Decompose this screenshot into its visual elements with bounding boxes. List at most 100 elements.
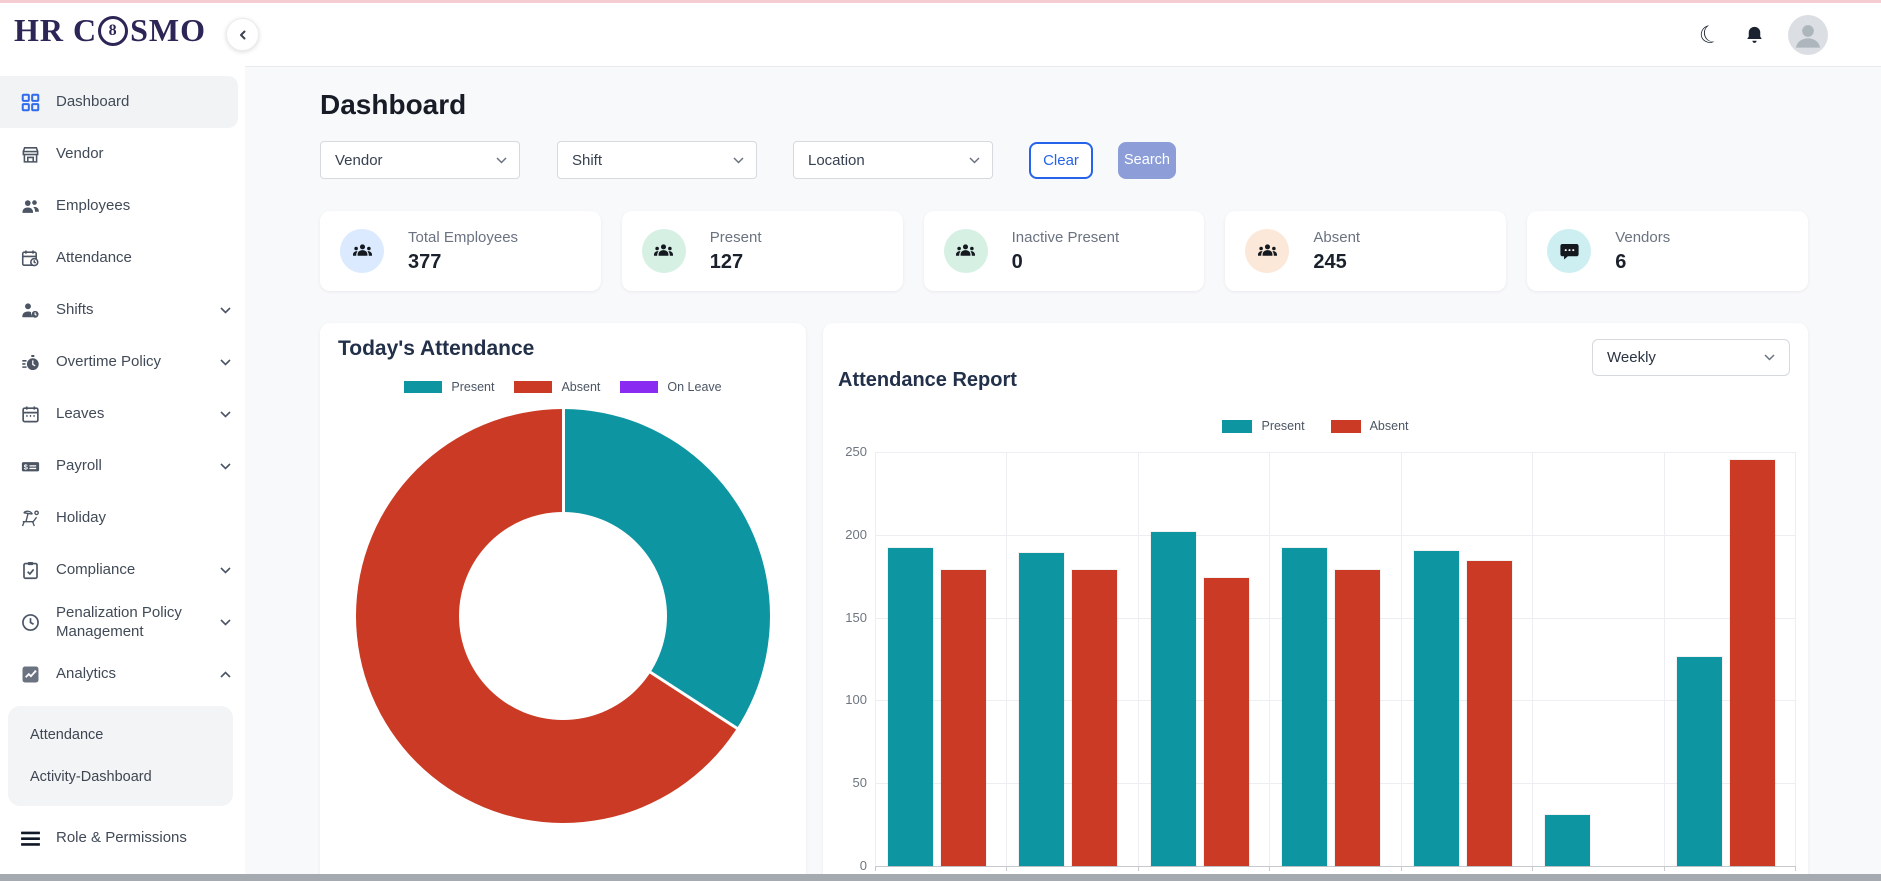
sidebar-item-label: Analytics <box>56 664 116 684</box>
people-group-icon <box>944 229 988 273</box>
legend-swatch <box>1331 420 1361 433</box>
clear-button[interactable]: Clear <box>1029 142 1093 179</box>
chevron-down-icon <box>220 463 231 470</box>
chevron-down-icon <box>496 157 507 164</box>
x-axis-tick <box>1795 866 1796 871</box>
location-select[interactable]: Location <box>793 141 993 179</box>
sidebar-item-employees[interactable]: Employees <box>0 180 245 232</box>
y-axis-tick-label: 150 <box>823 610 867 625</box>
chevron-down-icon <box>1764 354 1775 361</box>
stat-label: Total Employees <box>408 229 518 246</box>
stat-card-inactive-present: Inactive Present0 <box>924 211 1205 291</box>
todays-attendance-card: Today's Attendance PresentAbsentOn Leave <box>320 323 806 881</box>
filter-bar: Vendor Shift Location Clear Search <box>320 141 1176 179</box>
stat-cards-row: Total Employees377Present127Inactive Pre… <box>320 211 1808 291</box>
gridline-vertical <box>875 452 876 866</box>
sidebar-item-payroll[interactable]: $Payroll <box>0 440 245 492</box>
legend-item-absent[interactable]: Absent <box>514 380 600 394</box>
horizontal-scrollbar[interactable] <box>0 874 1881 881</box>
legend-item-on-leave[interactable]: On Leave <box>620 380 721 394</box>
clock-icon <box>18 612 42 633</box>
dark-mode-toggle moon-icon[interactable]: ☾ <box>1696 20 1724 49</box>
user-avatar[interactable] <box>1788 15 1828 55</box>
gridline-vertical <box>1532 452 1533 866</box>
people-group-icon <box>340 229 384 273</box>
gridline-vertical <box>1795 452 1796 866</box>
sidebar-collapse-button[interactable] <box>226 18 259 51</box>
beach-chair-icon <box>18 508 42 529</box>
chevron-down-icon <box>220 359 231 366</box>
legend-label: On Leave <box>667 380 721 394</box>
sidebar-item-analytics[interactable]: Analytics <box>0 648 245 700</box>
bell-icon <box>1743 24 1766 47</box>
bar-present-group-7 <box>1677 657 1722 866</box>
sidebar-item-label: Overtime Policy <box>56 352 161 372</box>
stat-value: 377 <box>408 251 518 274</box>
app-logo: HR C8SMO <box>14 12 206 49</box>
dashboard-grid-icon <box>18 92 42 113</box>
svg-text:$: $ <box>23 462 27 471</box>
main-content: Dashboard Vendor Shift Location Clear Se… <box>245 66 1881 881</box>
sidebar-item-role-permissions[interactable]: Role & Permissions <box>0 812 245 864</box>
stopwatch-icon <box>18 352 42 373</box>
bar-present-group-2 <box>1019 553 1064 866</box>
analytics-submenu: AttendanceActivity-Dashboard <box>8 706 233 806</box>
legend-swatch <box>514 381 552 393</box>
bar-absent-group-4 <box>1335 570 1380 866</box>
sidebar-item-attendance[interactable]: Attendance <box>0 232 245 284</box>
sidebar-item-label: Compliance <box>56 560 135 580</box>
logo-text-suffix: SMO <box>130 12 206 49</box>
logo-o-glyph: 8 <box>98 16 128 46</box>
sidebar-item-vendor[interactable]: Vendor <box>0 128 245 180</box>
chevron-down-icon <box>220 567 231 574</box>
legend-item-absent[interactable]: Absent <box>1331 419 1409 433</box>
sidebar-item-leaves[interactable]: Leaves <box>0 388 245 440</box>
stat-label: Vendors <box>1615 229 1670 246</box>
sidebar-item-label: Vendor <box>56 144 104 164</box>
y-axis-tick-label: 50 <box>823 775 867 790</box>
bar-present-group-1 <box>888 548 933 866</box>
gridline-horizontal <box>875 452 1795 453</box>
sidebar-item-label: Employees <box>56 196 130 216</box>
period-select[interactable]: Weekly <box>1592 339 1790 376</box>
bar-absent-group-7 <box>1730 460 1775 866</box>
chevron-down-icon <box>969 157 980 164</box>
search-button[interactable]: Search <box>1118 142 1176 179</box>
bar-present-group-4 <box>1282 548 1327 866</box>
shift-select[interactable]: Shift <box>557 141 757 179</box>
legend-item-present[interactable]: Present <box>1222 419 1304 433</box>
sidebar-item-shifts[interactable]: Shifts <box>0 284 245 336</box>
sidebar-navigation: Dashboard Vendor Employees Attendance Shifts… <box>0 66 245 881</box>
legend-swatch <box>620 381 658 393</box>
sidebar-item-holiday[interactable]: Holiday <box>0 492 245 544</box>
donut-hole <box>459 512 667 720</box>
legend-item-present[interactable]: Present <box>404 380 494 394</box>
sidebar-item-label: Attendance <box>56 248 132 268</box>
header-actions: ☾ <box>1699 15 1828 55</box>
gridline-vertical <box>1269 452 1270 866</box>
stat-value: 6 <box>1615 251 1670 274</box>
submenu-item-activity-dashboard[interactable]: Activity-Dashboard <box>8 756 233 798</box>
analytics-chart-icon <box>18 664 42 685</box>
submenu-item-attendance[interactable]: Attendance <box>8 714 233 756</box>
attendance-donut-chart <box>356 409 770 823</box>
sidebar-item-compliance[interactable]: Compliance <box>0 544 245 596</box>
person-clock-icon <box>18 300 42 321</box>
chevron-down-icon <box>733 157 744 164</box>
bar-absent-group-1 <box>941 570 986 866</box>
sidebar-item-overtime-policy[interactable]: Overtime Policy <box>0 336 245 388</box>
bar-absent-group-3 <box>1204 578 1249 866</box>
chevron-down-icon <box>220 619 231 626</box>
stat-label: Present <box>710 229 762 246</box>
storefront-icon <box>18 144 42 165</box>
vendor-select[interactable]: Vendor <box>320 141 520 179</box>
bar-present-group-6 <box>1545 815 1590 866</box>
logo-text-prefix: HR C <box>14 12 97 49</box>
y-axis-tick-label: 200 <box>823 527 867 542</box>
notifications-button[interactable] <box>1743 24 1766 47</box>
y-axis-tick-label: 0 <box>823 858 867 873</box>
sidebar-item-dashboard[interactable]: Dashboard <box>0 76 238 128</box>
legend-swatch <box>1222 420 1252 433</box>
sidebar-item-label: Role & Permissions <box>56 828 187 848</box>
sidebar-item-penalization-policy-management[interactable]: Penalization Policy Management <box>0 596 245 648</box>
